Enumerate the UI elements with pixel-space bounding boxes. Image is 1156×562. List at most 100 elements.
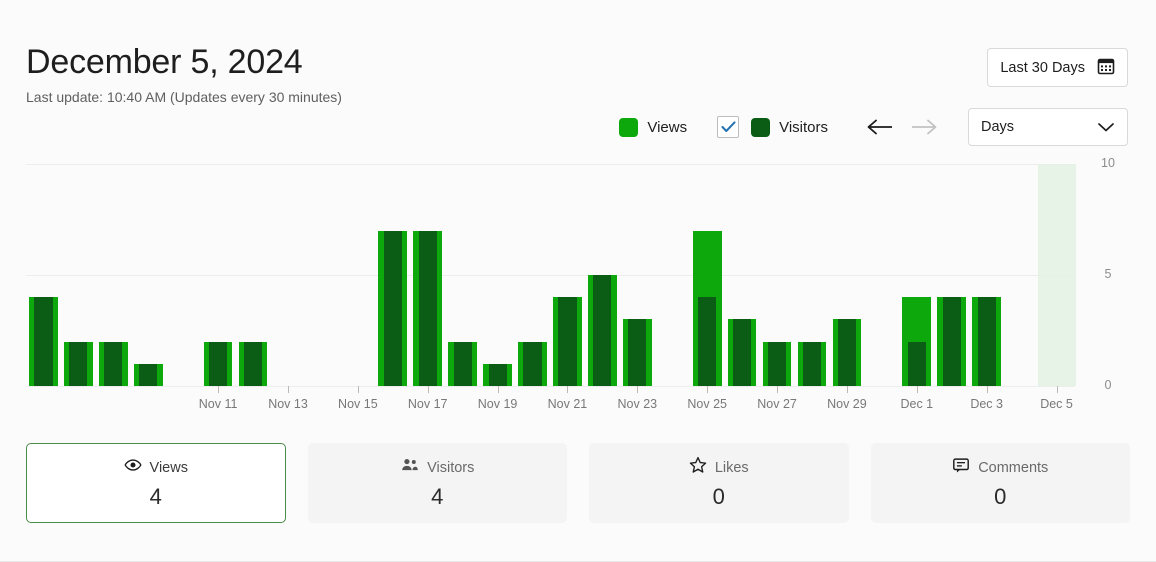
interval-select[interactable]: Days: [968, 108, 1128, 146]
stat-card-visitors[interactable]: Visitors 4: [307, 443, 567, 523]
x-axis-tick: [567, 386, 569, 393]
chart-bar[interactable]: [829, 164, 864, 386]
x-axis-label: Nov 13: [268, 397, 308, 411]
chart-bar[interactable]: [340, 164, 375, 386]
stat-card-comments[interactable]: Comments 0: [870, 443, 1130, 523]
bar-visitors: [628, 319, 647, 386]
x-axis-label: Dec 1: [900, 397, 934, 411]
bar-visitors: [977, 297, 996, 386]
legend-views-label: Views: [647, 118, 688, 136]
x-axis-tick: [777, 386, 779, 393]
stats-page: December 5, 2024 Last update: 10:40 AM (…: [0, 0, 1156, 562]
x-axis-tick: [288, 386, 289, 393]
stat-cards: Views 4 Visitors 4 Likes 0 Comments 0: [26, 443, 1130, 523]
x-axis-label: Nov 15: [338, 397, 378, 411]
chart-bar[interactable]: [899, 164, 934, 386]
chart-bar[interactable]: [131, 164, 166, 386]
bar-visitors: [698, 297, 717, 386]
stat-card-header: Likes: [689, 456, 749, 479]
bar-visitors: [907, 341, 926, 386]
arrow-right-icon: [912, 119, 937, 135]
bar-visitors: [488, 363, 507, 386]
x-axis-tick: [218, 386, 220, 393]
chart-bar[interactable]: [375, 164, 410, 386]
stat-card-header: Views: [123, 458, 188, 478]
legend-visitors[interactable]: Visitors: [751, 117, 828, 137]
stat-card-value: 4: [431, 483, 444, 509]
x-axis-label: Dec 5: [1040, 397, 1073, 411]
chart-bar[interactable]: [934, 164, 969, 386]
chart-bar[interactable]: [655, 164, 690, 386]
x-axis-tick: [497, 386, 499, 393]
bar-visitors: [418, 230, 437, 386]
chart-bar[interactable]: [1039, 164, 1074, 386]
chart-bar[interactable]: [550, 164, 585, 386]
stat-card-value: 4: [149, 483, 162, 509]
chart-bar[interactable]: [271, 164, 306, 386]
bar-visitors: [69, 341, 88, 386]
check-icon: [721, 121, 736, 132]
legend-views[interactable]: Views: [619, 117, 688, 137]
x-axis-tick: [846, 386, 848, 393]
chart-bar[interactable]: [690, 164, 725, 386]
x-axis-label: Nov 25: [687, 397, 727, 411]
stat-card-value: 0: [994, 483, 1007, 509]
stat-card-views[interactable]: Views 4: [26, 443, 286, 523]
date-range-button[interactable]: Last 30 Days: [987, 48, 1128, 87]
y-axis-label: 0: [1104, 378, 1112, 392]
chart-bar[interactable]: [61, 164, 96, 386]
chart-bar[interactable]: [760, 164, 795, 386]
chart-bar[interactable]: [620, 164, 655, 386]
page-header: December 5, 2024 Last update: 10:40 AM (…: [26, 42, 342, 106]
bar-visitors: [837, 319, 856, 386]
y-axis-label: 10: [1101, 156, 1115, 170]
y-axis-label: 5: [1104, 267, 1112, 281]
chart-bar[interactable]: [969, 164, 1004, 386]
stat-card-label: Comments: [978, 459, 1049, 476]
interval-select-value: Days: [981, 119, 1015, 135]
chart-bar[interactable]: [96, 164, 131, 386]
bar-visitors: [383, 230, 402, 386]
chart-bar[interactable]: [725, 164, 760, 386]
x-axis-label: Nov 27: [757, 397, 797, 411]
x-axis-tick: [916, 386, 918, 393]
calendar-icon: [1097, 57, 1115, 79]
chart-bar[interactable]: [410, 164, 445, 386]
date-range-label: Last 30 Days: [1000, 59, 1085, 76]
bar-visitors: [34, 297, 53, 386]
chart-bar[interactable]: [236, 164, 271, 386]
chart-bar[interactable]: [515, 164, 550, 386]
x-axis-tick: [427, 386, 429, 393]
x-axis-tick: [707, 386, 709, 393]
chart-bar[interactable]: [201, 164, 236, 386]
stats-chart[interactable]: 0 5 10 Nov 11 Nov 13 Nov 15 Nov 17 Nov 19 Nov 21…: [26, 156, 1130, 411]
chart-bar[interactable]: [864, 164, 899, 386]
stat-card-label: Likes: [714, 459, 749, 476]
previous-period-button[interactable]: [858, 118, 902, 136]
chart-bar[interactable]: [1004, 164, 1039, 386]
chart-bar[interactable]: [445, 164, 480, 386]
x-axis-tick: [357, 386, 359, 393]
bar-visitors: [523, 341, 542, 386]
chart-bar[interactable]: [166, 164, 201, 386]
x-axis-label: Nov 19: [477, 397, 518, 411]
chart-bar[interactable]: [585, 164, 620, 386]
page-title: December 5, 2024: [26, 43, 303, 81]
bar-visitors: [453, 341, 472, 386]
chart-bar[interactable]: [795, 164, 830, 386]
chart-bar[interactable]: [26, 164, 61, 386]
visitors-checkbox[interactable]: [717, 116, 740, 138]
x-axis-tick: [986, 386, 988, 393]
bar-visitors: [209, 341, 228, 386]
x-axis-label: Nov 21: [547, 397, 588, 411]
star-icon: [689, 456, 707, 479]
people-icon: [400, 456, 419, 479]
stat-card-header: Visitors: [400, 458, 474, 478]
x-axis-label: Dec 3: [970, 397, 1003, 411]
x-axis-label: Nov 23: [617, 397, 658, 411]
legend-visitors-label: Visitors: [779, 118, 828, 136]
chart-bar[interactable]: [305, 164, 340, 386]
bar-visitors: [733, 319, 752, 386]
chart-bar[interactable]: [480, 164, 515, 386]
stat-card-likes[interactable]: Likes 0: [589, 443, 849, 523]
